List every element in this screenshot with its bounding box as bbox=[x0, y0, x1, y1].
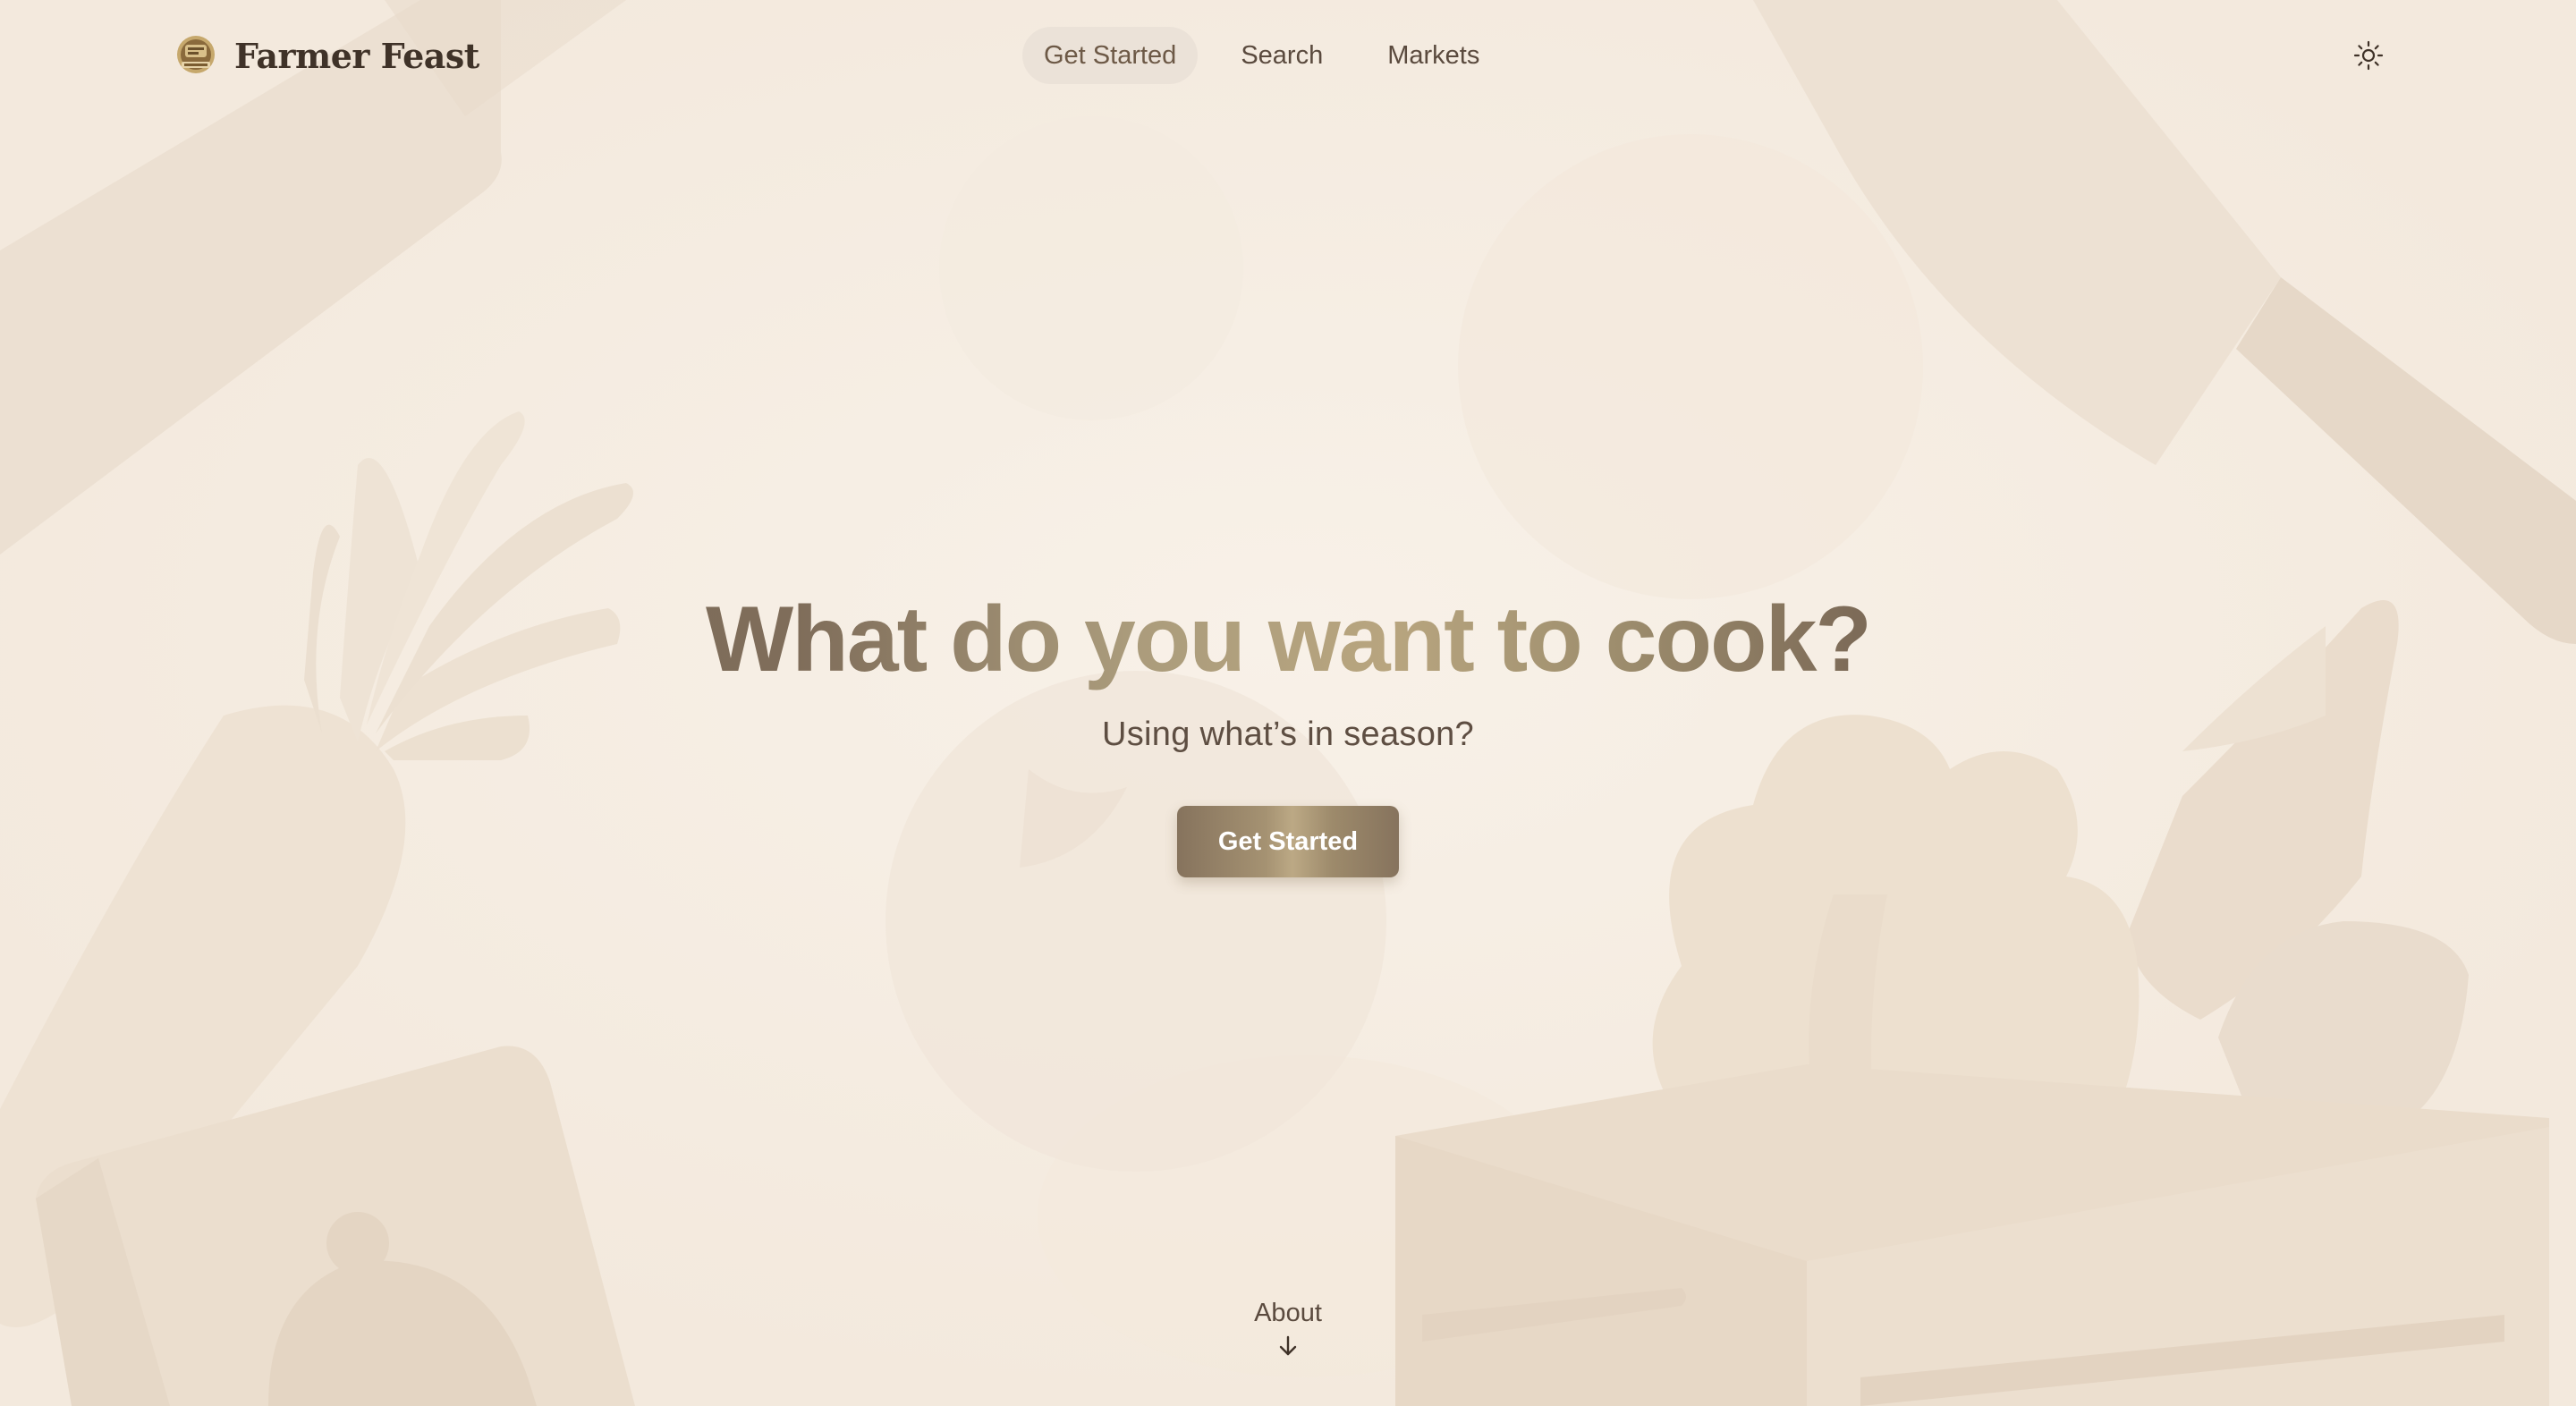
about-label: About bbox=[1254, 1299, 1322, 1327]
nav-item-get-started[interactable]: Get Started bbox=[1022, 27, 1199, 84]
about-link[interactable]: About bbox=[1199, 1299, 1377, 1359]
brand-link[interactable]: Farmer Feast bbox=[175, 30, 479, 80]
brand-name: Farmer Feast bbox=[234, 35, 479, 76]
nav-item-markets[interactable]: Markets bbox=[1366, 27, 1501, 84]
top-navigation-bar: Farmer Feast Get Started Search Markets bbox=[0, 0, 2576, 112]
faint-circle-decoration bbox=[939, 116, 1243, 420]
get-started-button[interactable]: Get Started bbox=[1177, 806, 1399, 877]
main-nav: Get Started Search Markets bbox=[1022, 27, 1522, 84]
arrow-down-icon bbox=[1279, 1335, 1297, 1356]
background-illustration bbox=[0, 0, 2576, 1406]
landing-page: Farmer Feast Get Started Search Markets … bbox=[0, 0, 2576, 1406]
sun-icon[interactable] bbox=[2351, 38, 2386, 73]
hero-subtitle: Using what’s in season? bbox=[1102, 716, 1474, 753]
hero-title: What do you want to cook? bbox=[0, 586, 2576, 693]
faint-circle-decoration bbox=[1458, 134, 1923, 599]
nav-item-search[interactable]: Search bbox=[1219, 27, 1344, 84]
farmer-feast-badge-icon bbox=[177, 36, 215, 73]
